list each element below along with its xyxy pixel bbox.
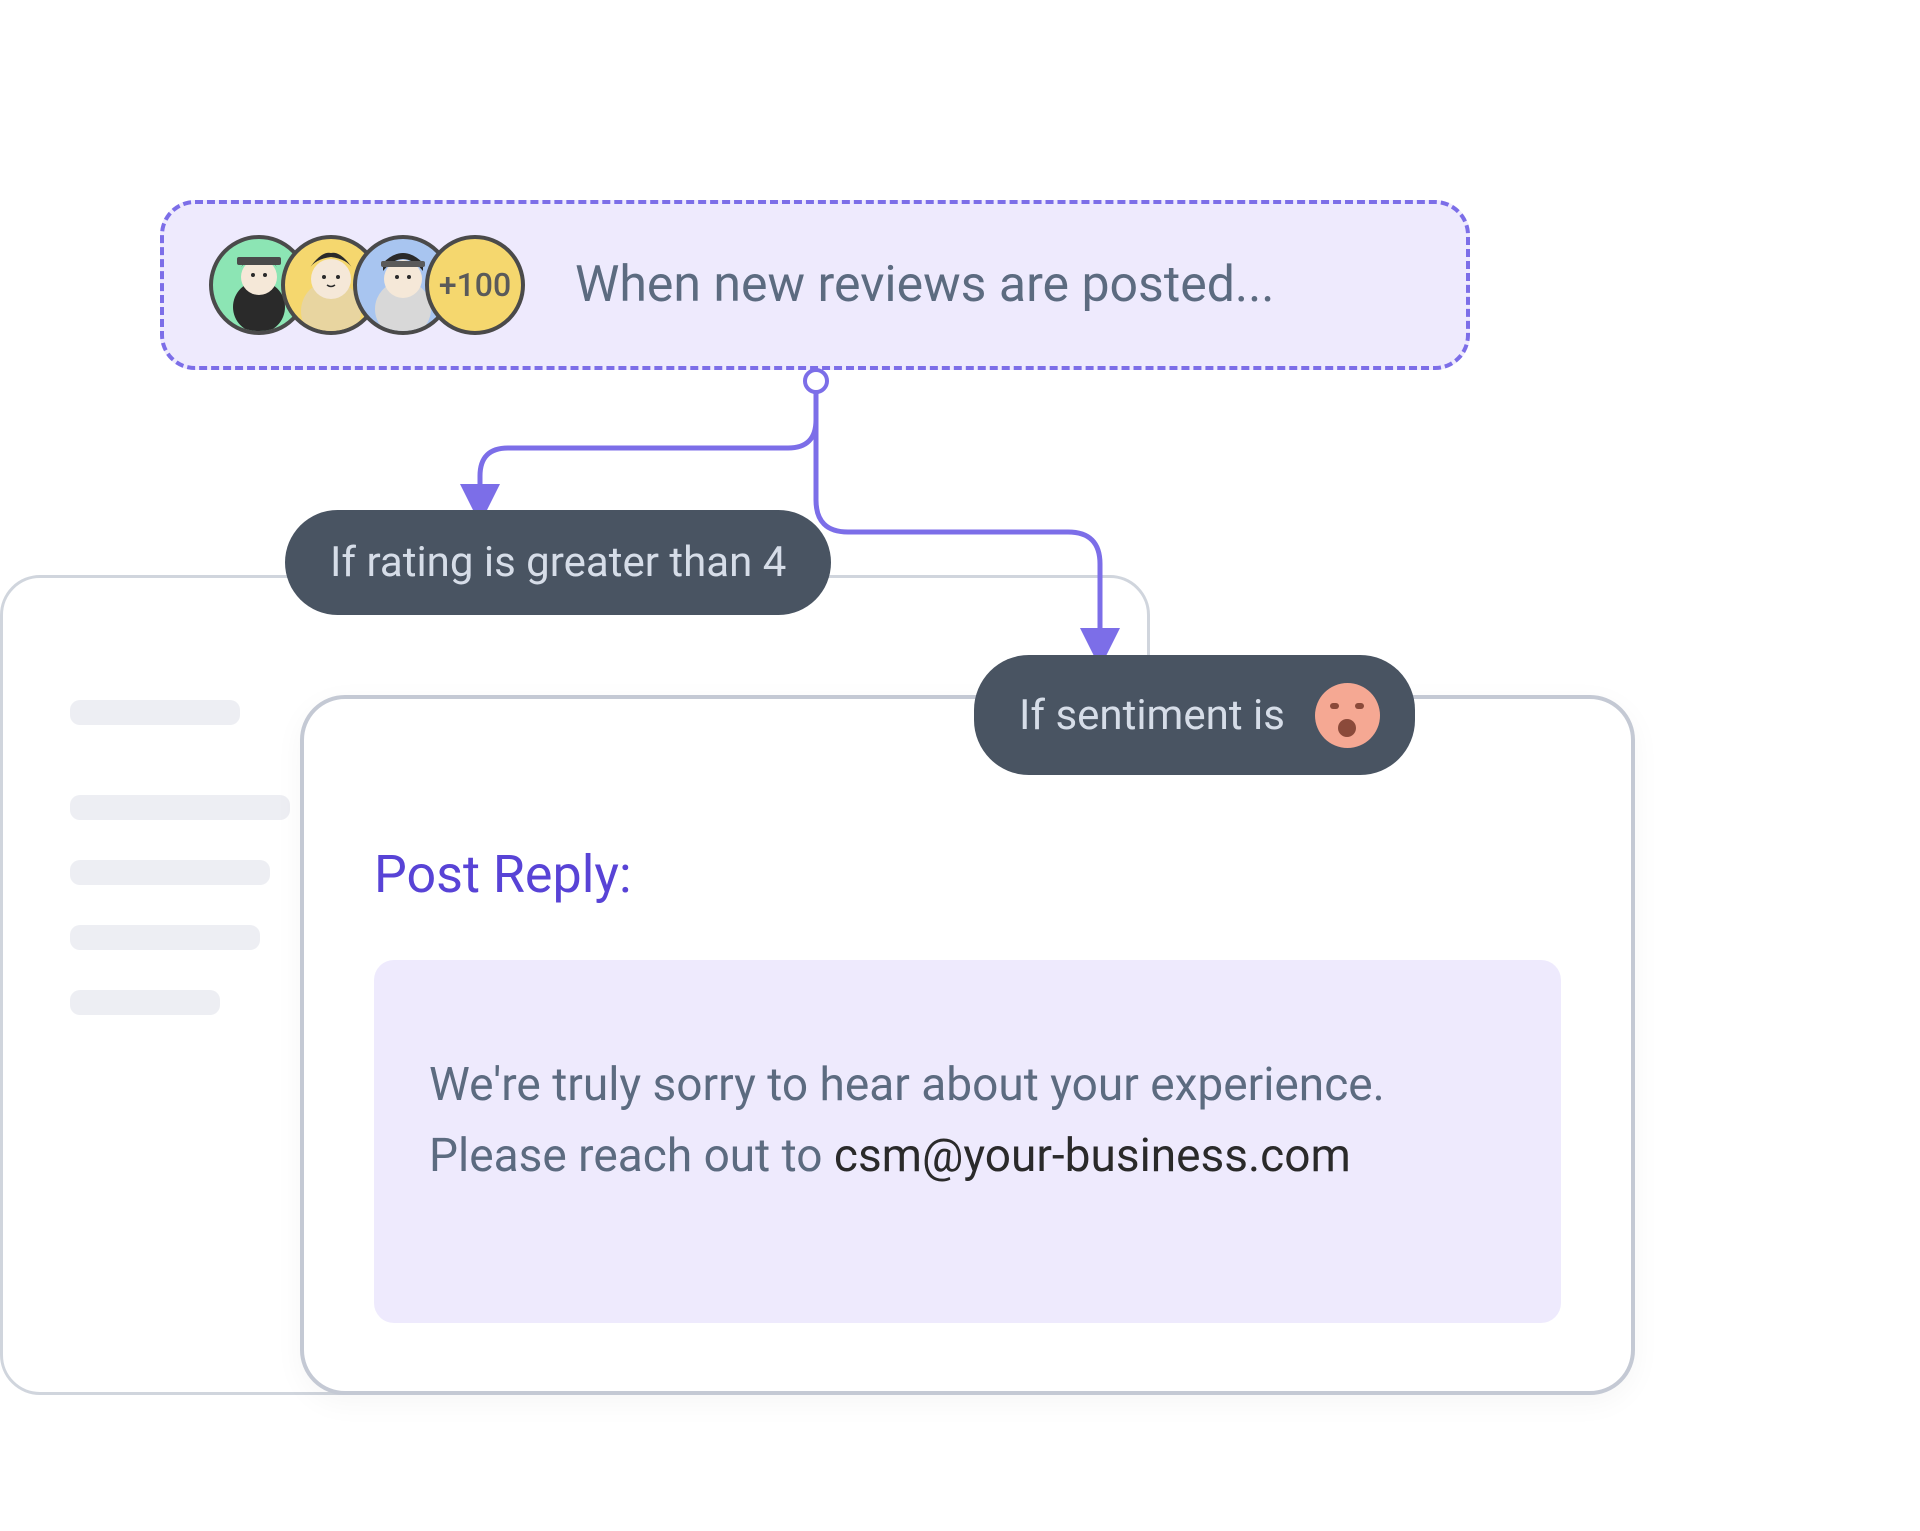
avatar-count-badge: +100 [425,235,525,335]
condition-sentiment-pill: If sentiment is [974,655,1415,775]
condition-rating-pill: If rating is greater than 4 [285,510,831,615]
placeholder-line [70,795,290,820]
placeholder-line [70,700,240,725]
reply-body: We're truly sorry to hear about your exp… [374,960,1561,1323]
reply-email: csm@your-business.com [834,1129,1351,1183]
condition-rating-label: If rating is greater than 4 [330,538,786,587]
placeholder-line [70,860,270,885]
trigger-label: When new reviews are posted... [575,256,1275,314]
reply-card: Post Reply: We're truly sorry to hear ab… [300,695,1635,1395]
placeholder-line [70,990,220,1015]
placeholder-line [70,925,260,950]
connector-node [803,368,829,394]
sad-face-icon [1315,683,1380,748]
trigger-box: +100 When new reviews are posted... [160,200,1470,370]
condition-sentiment-label: If sentiment is [1019,691,1285,740]
avatar-group: +100 [209,235,525,335]
reply-title: Post Reply: [374,844,1561,905]
avatar-count-label: +100 [439,266,511,304]
